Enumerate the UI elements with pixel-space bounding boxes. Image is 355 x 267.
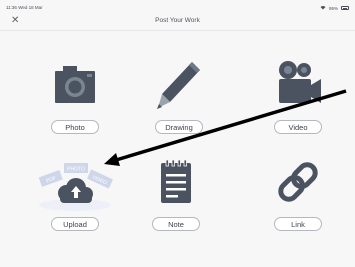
upload-option[interactable]: PDF PHOTO VIDEO Upload <box>25 147 125 237</box>
photo-option[interactable]: Photo <box>25 50 125 140</box>
photo-tag: PHOTO <box>67 167 85 173</box>
status-right: 95% <box>320 5 349 11</box>
pencil-icon <box>129 50 229 115</box>
upload-cloud-icon: PDF PHOTO VIDEO <box>25 147 125 212</box>
photo-button[interactable]: Photo <box>51 120 99 134</box>
header: ✕ Post Your Work <box>0 14 355 31</box>
link-option[interactable]: Link <box>248 147 348 237</box>
wifi-icon <box>320 5 326 11</box>
drawing-option[interactable]: Drawing <box>129 50 229 140</box>
note-option[interactable]: Note <box>126 147 226 237</box>
video-button[interactable]: Video <box>274 120 322 134</box>
battery-percent: 95% <box>328 5 338 11</box>
link-icon <box>248 147 348 212</box>
notepad-icon <box>126 147 226 212</box>
video-option[interactable]: Video <box>248 50 348 140</box>
drawing-button[interactable]: Drawing <box>155 120 203 134</box>
link-button[interactable]: Link <box>274 217 322 231</box>
note-button[interactable]: Note <box>152 217 200 231</box>
battery-icon <box>341 6 349 10</box>
status-bar: 11:36 Wed 18 Mar 95% <box>0 0 355 14</box>
page-title: Post Your Work <box>155 17 200 24</box>
status-time: 11:36 Wed 18 Mar <box>6 5 43 10</box>
camera-icon <box>25 50 125 115</box>
upload-button[interactable]: Upload <box>51 217 99 231</box>
video-camera-icon <box>248 50 348 115</box>
